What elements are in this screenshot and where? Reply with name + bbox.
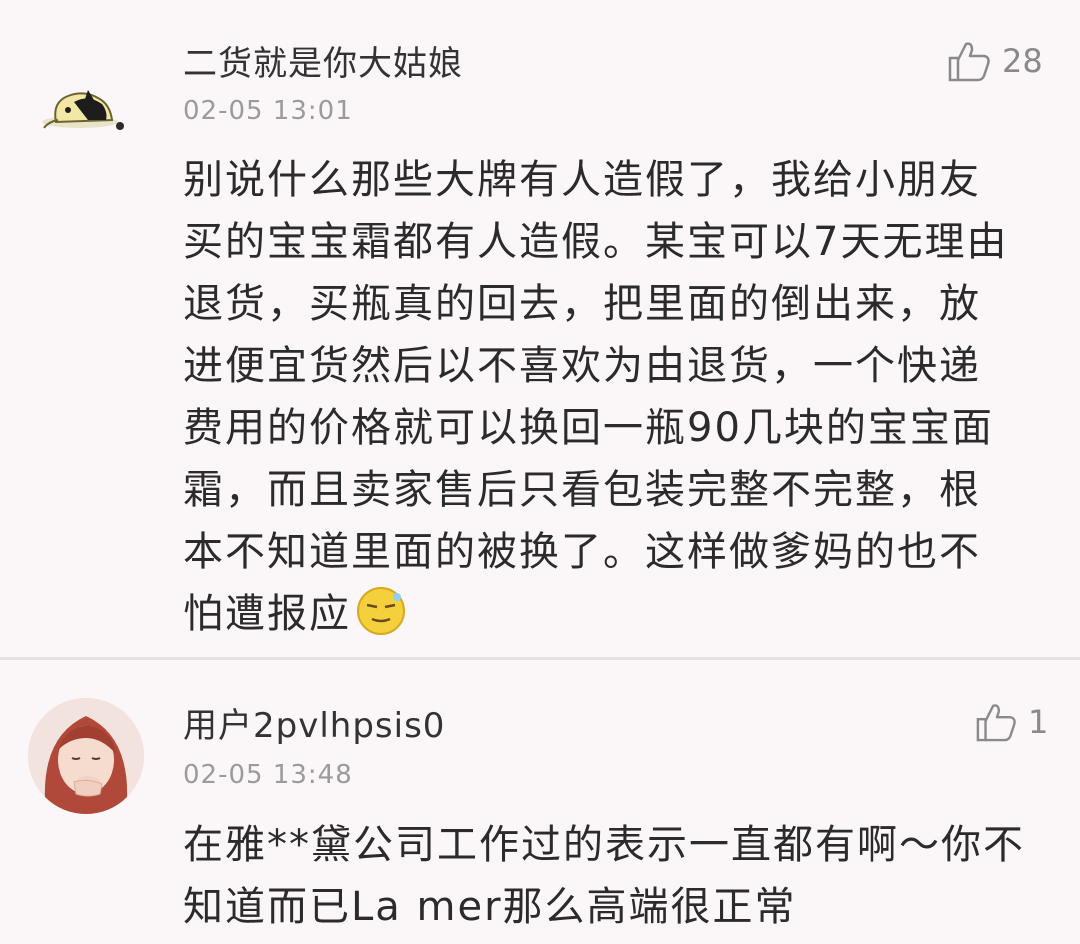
cartoon-animal-icon xyxy=(42,90,124,130)
comment-line: 退货，买瓶真的回去，把里面的倒出来，放 xyxy=(183,281,981,327)
comment-body: 在雅**黛公司工作过的表示一直都有啊～你不 知道而已La mer那么高端很正常 xyxy=(183,814,1063,938)
awkward-smile-emoji-icon xyxy=(355,585,407,655)
like-button[interactable]: 28 xyxy=(946,40,1043,82)
like-button[interactable]: 1 xyxy=(974,702,1048,742)
like-count: 28 xyxy=(1002,42,1043,80)
comment-line: 本不知道里面的被换了。这样做爹妈的也不 xyxy=(183,529,981,575)
comment-line: 霜，而且卖家售后只看包装完整不完整，根 xyxy=(183,467,981,513)
username[interactable]: 二货就是你大姑娘 xyxy=(183,36,463,85)
comment-line: 别说什么那些大牌有人造假了，我给小朋友 xyxy=(183,157,981,203)
comment-line: 费用的价格就可以换回一瓶90几块的宝宝面 xyxy=(183,405,994,451)
comment-body: 别说什么那些大牌有人造假了，我给小朋友 买的宝宝霜都有人造假。某宝可以7天无理由… xyxy=(183,149,1053,655)
avatar[interactable] xyxy=(28,698,144,814)
comment-item: 二货就是你大姑娘 02-05 13:01 28 别说什么那些大牌有人造假了，我给… xyxy=(0,0,1080,658)
timestamp: 02-05 13:48 xyxy=(183,760,353,790)
avatar[interactable] xyxy=(28,40,138,150)
comment-line: 买的宝宝霜都有人造假。某宝可以7天无理由 xyxy=(183,219,1009,265)
comment-line: 在雅**黛公司工作过的表示一直都有啊～你不 xyxy=(183,822,1025,868)
thumbs-up-icon xyxy=(948,42,990,82)
comment-line-text: 怕遭报应 xyxy=(183,591,351,637)
comment-item: 用户2pvlhpsis0 02-05 13:48 1 在雅**黛公司工作过的表示… xyxy=(0,660,1080,944)
like-count: 1 xyxy=(1028,703,1049,741)
timestamp: 02-05 13:01 xyxy=(183,96,353,126)
comment-line: 知道而已La mer那么高端很正常 xyxy=(183,884,797,930)
comment-line: 进便宜货然后以不喜欢为由退货，一个快递 xyxy=(183,343,981,389)
username[interactable]: 用户2pvlhpsis0 xyxy=(183,698,445,747)
comment-line-last: 怕遭报应 xyxy=(183,583,1053,655)
thumbs-up-icon xyxy=(976,704,1016,742)
girl-portrait-icon xyxy=(28,698,144,814)
